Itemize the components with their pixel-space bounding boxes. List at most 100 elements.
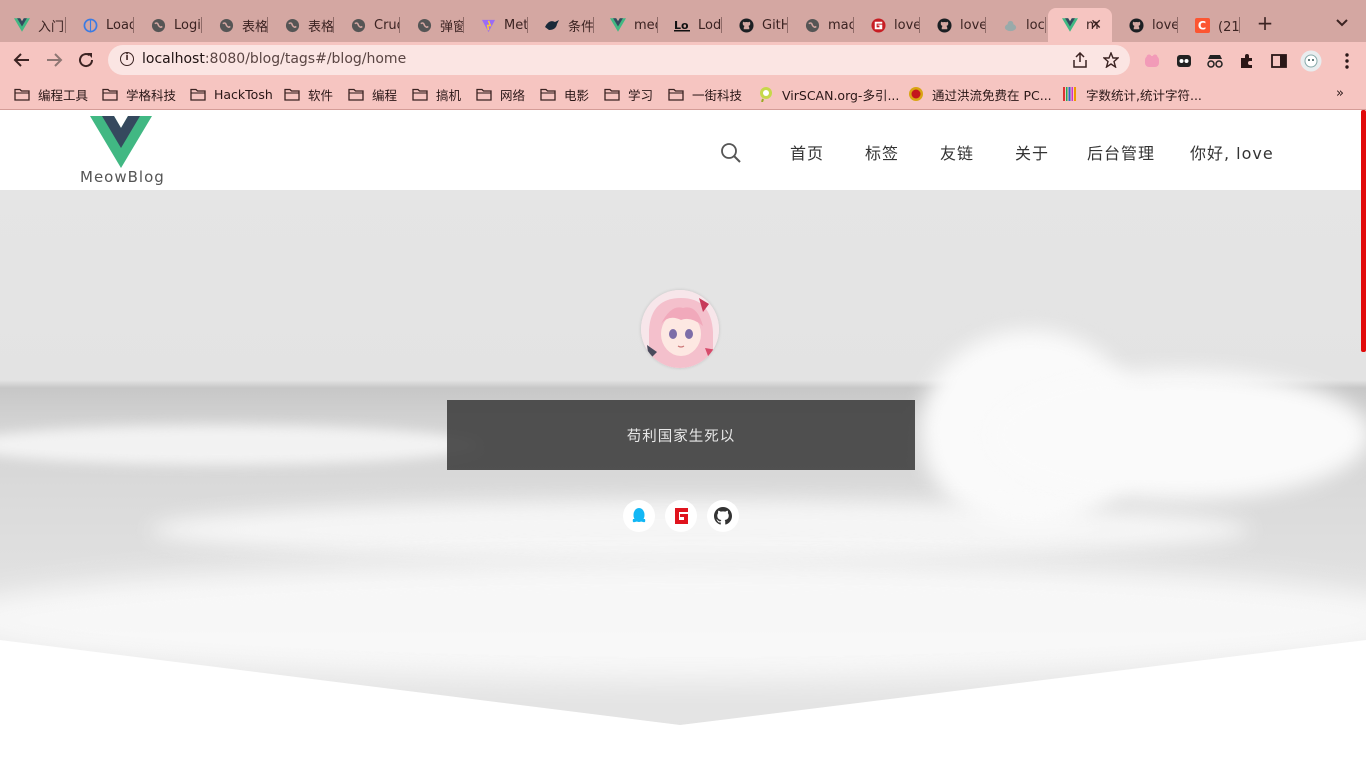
tab-active[interactable]: m ✕ bbox=[1048, 8, 1112, 42]
menu-kebab-icon[interactable] bbox=[1338, 52, 1356, 70]
browser-tab[interactable]: lovel bbox=[856, 8, 920, 42]
gitee-link[interactable] bbox=[665, 500, 697, 532]
browser-tab[interactable]: Lo Loda bbox=[660, 8, 722, 42]
folder-icon bbox=[604, 88, 620, 101]
tab-title: Load bbox=[106, 17, 134, 33]
bookmark-label: HackTosh bbox=[214, 86, 273, 102]
tab-title: Crud bbox=[374, 17, 400, 33]
bookmark-item[interactable]: 学格科技 bbox=[102, 85, 176, 103]
qq-icon bbox=[632, 508, 646, 523]
tab-title: (21条 bbox=[1218, 19, 1240, 35]
virscan-icon bbox=[758, 87, 774, 102]
github-link[interactable] bbox=[707, 500, 739, 532]
logo-text: MeowBlog bbox=[80, 168, 165, 186]
tab-divider bbox=[657, 17, 658, 33]
back-button[interactable] bbox=[12, 50, 32, 70]
browser-tab[interactable]: lovel bbox=[1114, 8, 1178, 42]
browser-tab[interactable]: 入门 bbox=[0, 8, 66, 42]
browser-tab[interactable]: meo bbox=[596, 8, 658, 42]
bookmark-label: 学格科技 bbox=[126, 87, 177, 103]
lodash-icon: Lo bbox=[674, 17, 690, 33]
bookmark-item[interactable]: 网络 bbox=[476, 85, 525, 103]
folder-icon bbox=[412, 88, 428, 101]
browser-tab[interactable]: 表格 bbox=[270, 8, 334, 42]
globe-icon bbox=[416, 17, 432, 33]
reload-icon bbox=[79, 53, 94, 68]
tab-divider bbox=[333, 17, 334, 33]
browser-tab[interactable]: lovel bbox=[922, 8, 986, 42]
profile-avatar-icon[interactable] bbox=[1300, 50, 1322, 72]
bookmark-star-icon[interactable] bbox=[1103, 52, 1119, 68]
new-tab-button[interactable]: + bbox=[1254, 13, 1276, 35]
puzzle-extensions-icon[interactable] bbox=[1238, 52, 1256, 70]
bookmark-item[interactable]: VirSCAN.org-多引... bbox=[758, 85, 899, 103]
folder-icon bbox=[348, 88, 364, 101]
nav-user-greeting[interactable]: 你好, love bbox=[1190, 140, 1274, 164]
close-tab-icon[interactable]: ✕ bbox=[1090, 17, 1102, 33]
reload-button[interactable] bbox=[76, 50, 96, 70]
bookmark-item[interactable]: 通过洪流免费在 PC... bbox=[908, 85, 1052, 103]
tab-search-chevron-icon[interactable] bbox=[1334, 16, 1350, 30]
bookmark-label: 通过洪流免费在 PC... bbox=[932, 87, 1052, 103]
search-icon[interactable] bbox=[720, 142, 742, 164]
nav-tags[interactable]: 标签 bbox=[865, 140, 899, 164]
browser-tab[interactable]: GitH bbox=[724, 8, 788, 42]
bookmark-item[interactable]: 编程工具 bbox=[14, 85, 88, 103]
bookmark-item[interactable]: 搞机 bbox=[412, 85, 461, 103]
tab-divider bbox=[527, 17, 528, 33]
vue-icon bbox=[1062, 17, 1078, 33]
folder-icon bbox=[14, 88, 30, 101]
browser-tab[interactable]: Load bbox=[68, 8, 134, 42]
bookmark-item[interactable]: HackTosh bbox=[190, 85, 273, 103]
tab-title: lovel bbox=[960, 17, 986, 33]
more-bookmarks-button[interactable]: » bbox=[1336, 86, 1344, 101]
bookmark-item[interactable]: 编程 bbox=[348, 85, 397, 103]
pink-extension-icon[interactable] bbox=[1143, 52, 1161, 70]
side-panel-icon[interactable] bbox=[1270, 52, 1288, 70]
nav-friend-links[interactable]: 友链 bbox=[940, 140, 974, 164]
scroll-indicator[interactable] bbox=[1361, 110, 1366, 352]
bottom-wedge-shape bbox=[0, 640, 1366, 768]
browser-tab[interactable]: C (21条 bbox=[1180, 8, 1240, 42]
browser-tab[interactable]: 弹窗 bbox=[402, 8, 464, 42]
avatar[interactable] bbox=[641, 290, 719, 368]
nav-admin[interactable]: 后台管理 bbox=[1087, 140, 1155, 164]
site-info-icon[interactable]: i bbox=[120, 52, 134, 66]
github-icon bbox=[1128, 17, 1144, 33]
browser-tab[interactable]: mac bbox=[790, 8, 854, 42]
tab-divider bbox=[919, 17, 920, 33]
tab-divider bbox=[1239, 17, 1240, 33]
url-text[interactable]: localhost:8080/blog/tags#/blog/home bbox=[142, 51, 406, 67]
forward-button[interactable] bbox=[44, 50, 64, 70]
bookmark-item[interactable]: 电影 bbox=[540, 85, 589, 103]
browser-tab[interactable]: Crud bbox=[336, 8, 400, 42]
back-arrow-icon bbox=[13, 53, 29, 67]
browser-tab[interactable]: 表格 bbox=[204, 8, 268, 42]
gitee-icon bbox=[870, 17, 886, 33]
barcode-icon bbox=[1062, 87, 1078, 101]
bookmark-label: 网络 bbox=[500, 87, 526, 103]
address-bar[interactable]: i localhost:8080/blog/tags#/blog/home bbox=[108, 45, 1130, 75]
share-icon[interactable] bbox=[1072, 52, 1088, 68]
incognito-extension-icon[interactable] bbox=[1206, 52, 1224, 70]
qq-link[interactable] bbox=[623, 500, 655, 532]
tab-title: loca bbox=[1026, 17, 1046, 33]
browser-tab[interactable]: 条件 bbox=[530, 8, 594, 42]
bookmark-item[interactable]: 学习 bbox=[604, 85, 653, 103]
browser-tab[interactable]: loca bbox=[988, 8, 1046, 42]
bookmark-item[interactable]: 软件 bbox=[284, 85, 333, 103]
nav-home[interactable]: 首页 bbox=[790, 140, 824, 164]
bookmark-item[interactable]: 字数统计,统计字符... bbox=[1062, 85, 1202, 103]
tab-title: 条件 bbox=[568, 19, 594, 35]
bookmark-label: 软件 bbox=[308, 87, 334, 103]
browser-toolbar: i localhost:8080/blog/tags#/blog/home bbox=[0, 42, 1366, 78]
browser-tab[interactable]: Logi bbox=[136, 8, 202, 42]
hero-banner: 苟利国家生死以 bbox=[0, 190, 1366, 768]
browser-tab[interactable]: Meth bbox=[466, 8, 528, 42]
globe-icon bbox=[218, 17, 234, 33]
site-logo[interactable]: MeowBlog bbox=[80, 114, 164, 186]
bookmark-label: 字数统计,统计字符... bbox=[1086, 87, 1202, 103]
nav-about[interactable]: 关于 bbox=[1015, 140, 1049, 164]
bookmark-item[interactable]: 一街科技 bbox=[668, 85, 742, 103]
dark-extension-icon[interactable] bbox=[1175, 52, 1193, 70]
